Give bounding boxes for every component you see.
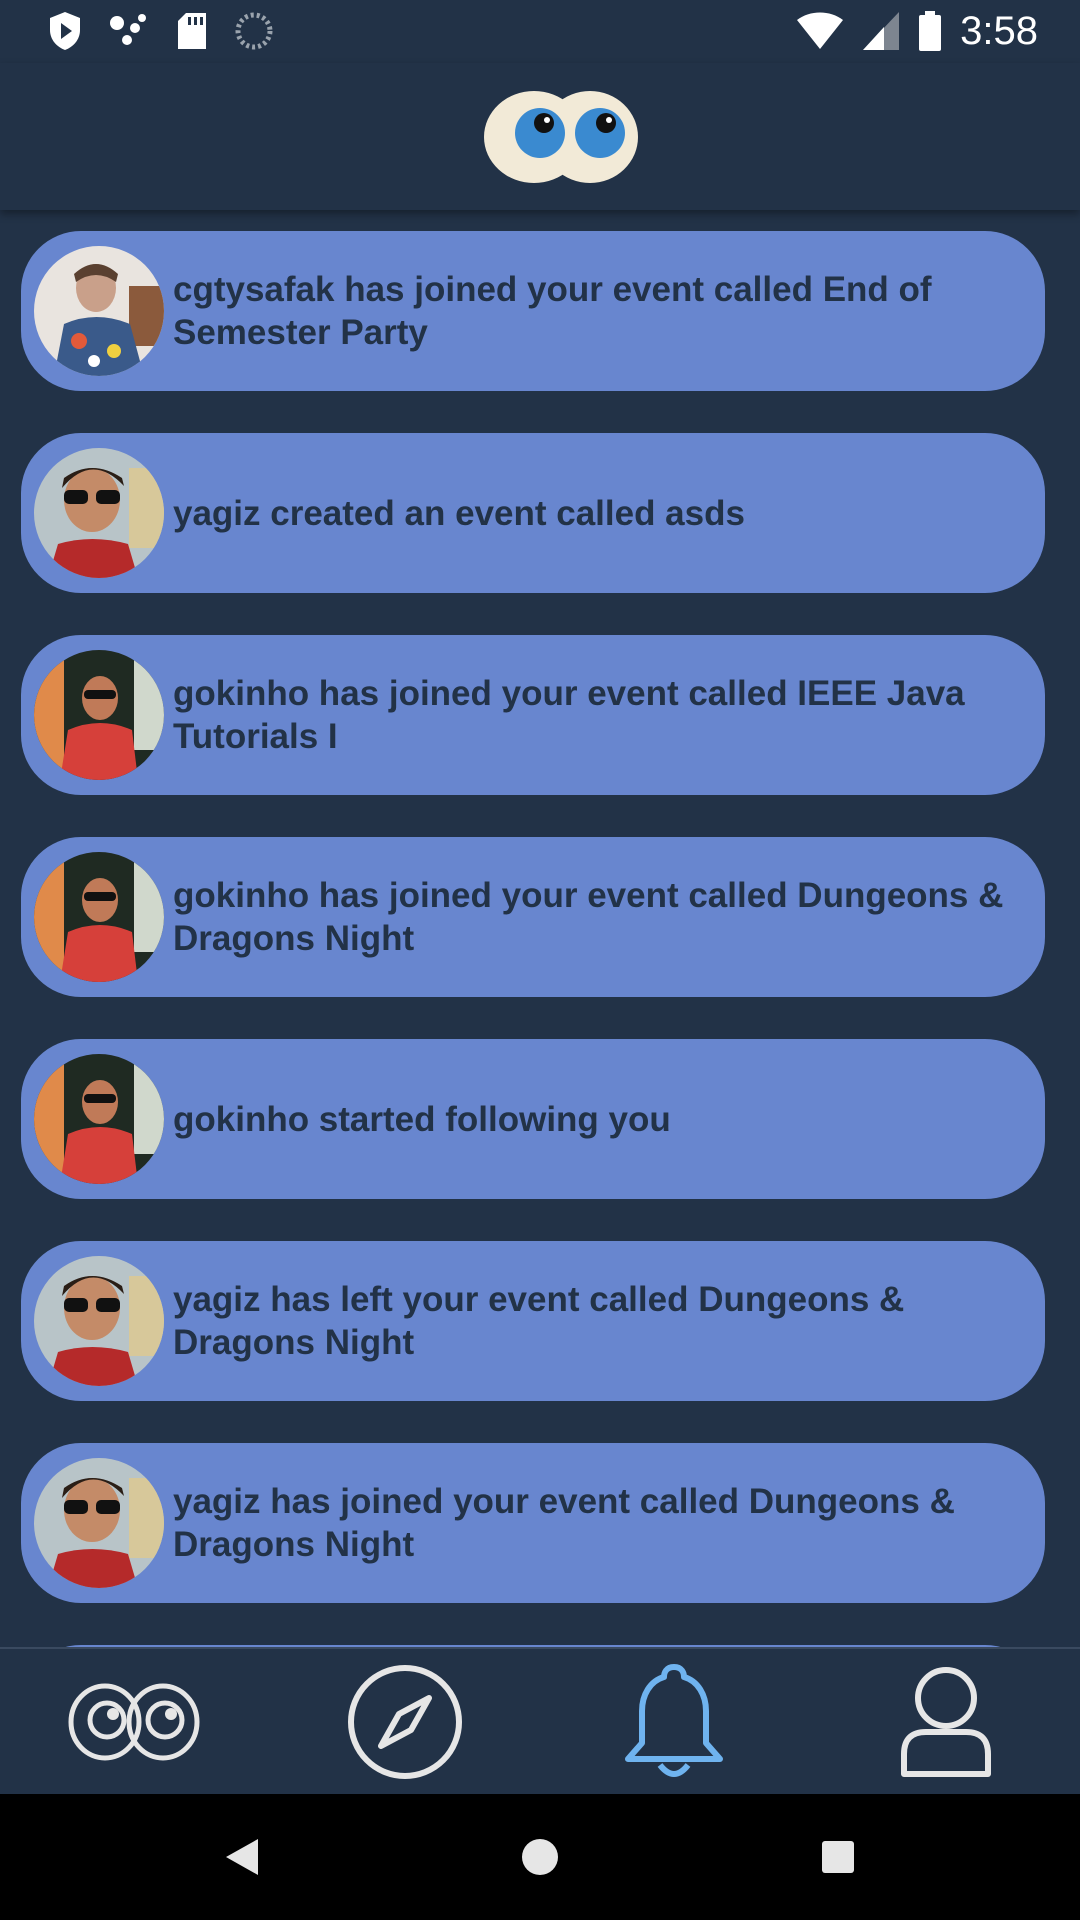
avatar[interactable] [34, 1458, 164, 1588]
app-header [0, 63, 1080, 210]
cell-signal-icon [863, 12, 900, 50]
avatar[interactable] [34, 650, 164, 780]
status-time: 3:58 [960, 8, 1038, 53]
avatar[interactable] [34, 852, 164, 982]
notification-card[interactable]: yagiz created an event called asds [21, 433, 1045, 593]
compass-icon [348, 1665, 462, 1779]
system-nav-bar [0, 1794, 1080, 1920]
back-button[interactable] [207, 1822, 277, 1892]
recents-button[interactable] [803, 1822, 873, 1892]
avatar[interactable] [34, 1256, 164, 1386]
avatar[interactable] [34, 246, 164, 376]
notification-list[interactable]: cgtysafak has joined your event called E… [0, 210, 1080, 1647]
back-triangle-icon [226, 1839, 258, 1875]
notification-text: gokinho has joined your event called Dun… [173, 876, 1004, 958]
nav-profile-button[interactable] [876, 1657, 1016, 1787]
avatar[interactable] [34, 448, 164, 578]
notification-text: yagiz has left your event called Dungeon… [173, 1280, 905, 1362]
nav-explore-button[interactable] [335, 1657, 475, 1787]
notification-text: gokinho started following you [173, 1099, 671, 1139]
avatar-cgtysafak-image [34, 246, 164, 376]
avatar-gokinho-image [34, 1054, 164, 1184]
assistant-dots-icon [110, 14, 146, 45]
bell-icon [625, 1664, 723, 1777]
notification-card[interactable]: yagiz has left your event called Dungeon… [21, 1241, 1045, 1401]
notification-card[interactable]: gokinho started following you [21, 1039, 1045, 1199]
notification-text: yagiz created an event called asds [173, 493, 745, 533]
notification-text: gokinho has joined your event called IEE… [173, 674, 965, 756]
eyes-logo-icon [484, 91, 638, 183]
avatar-gokinho-image [34, 650, 164, 780]
notifications-screen: 3:58 cgtysafak has joined your event cal… [0, 0, 1080, 1920]
avatar[interactable] [34, 1054, 164, 1184]
play-protect-icon [50, 12, 80, 50]
avatar-yagiz-image [34, 1256, 164, 1386]
wifi-icon [797, 12, 844, 49]
sync-spinner-icon [235, 12, 273, 50]
notification-text: cgtysafak has joined your event called E… [173, 270, 932, 352]
battery-icon [919, 11, 942, 51]
nav-notifications-button[interactable] [604, 1657, 744, 1787]
eyes-icon [68, 1683, 200, 1761]
notification-card[interactable]: gokinho has joined your event called IEE… [21, 635, 1045, 795]
home-button[interactable] [505, 1822, 575, 1892]
avatar-gokinho-image [34, 852, 164, 982]
status-bar: 3:58 [0, 0, 1080, 63]
notification-text: yagiz has joined your event called Dunge… [173, 1482, 955, 1564]
avatar-yagiz-image [34, 448, 164, 578]
notification-card[interactable]: gokinho has joined your event called Dun… [21, 837, 1045, 997]
nav-home-button[interactable] [64, 1657, 204, 1787]
status-bar-left [48, 10, 274, 52]
recents-square-icon [822, 1841, 854, 1873]
notification-card[interactable]: yagiz has joined your event called Dunge… [21, 1443, 1045, 1603]
avatar-yagiz-image [34, 1458, 164, 1588]
user-icon [901, 1667, 991, 1777]
bottom-nav [0, 1647, 1080, 1794]
status-bar-right: 3:58 [796, 8, 1038, 54]
home-circle-icon [522, 1839, 558, 1875]
sd-card-icon [178, 13, 206, 49]
notification-card[interactable]: cgtysafak has joined your event called E… [21, 231, 1045, 391]
